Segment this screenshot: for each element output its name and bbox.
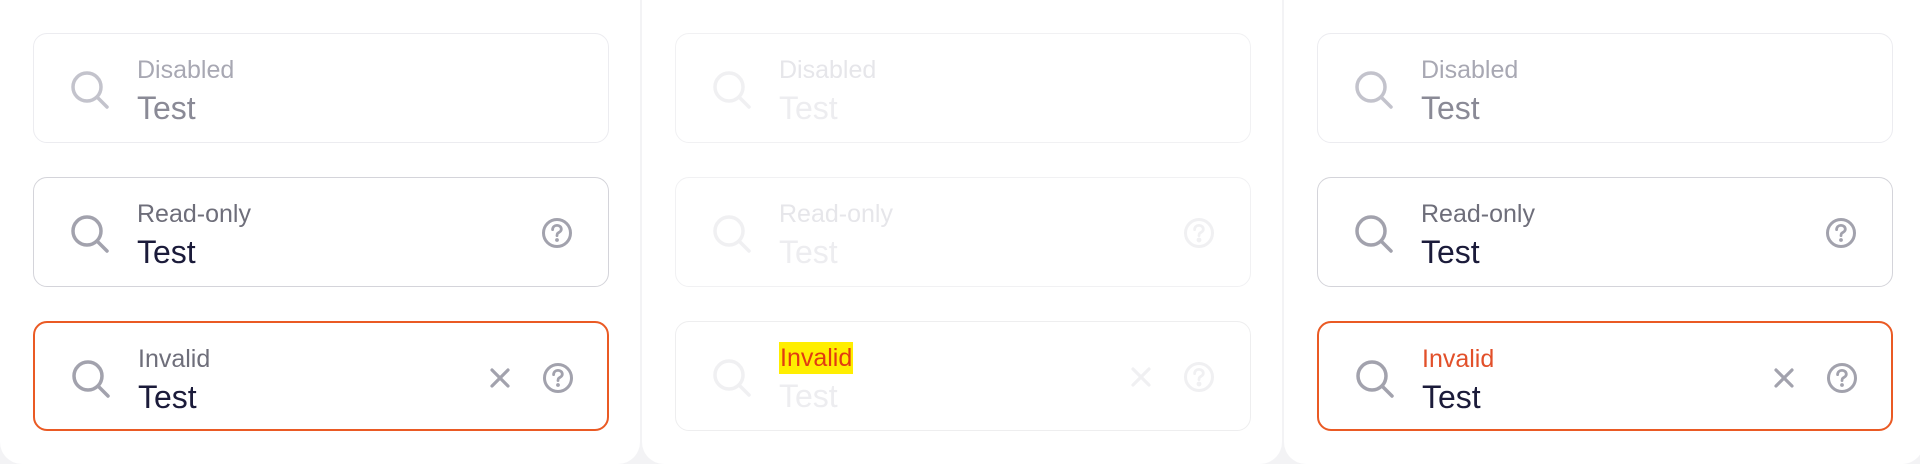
search-icon [72,360,110,398]
panel-default: Disabled Test Read-only Test Invalid Tes… [0,0,640,464]
search-field-readonly[interactable]: Read-only Test [1317,177,1893,287]
search-icon [1355,71,1393,109]
search-icon [71,71,109,109]
field-label: Invalid [138,345,211,373]
help-icon [1184,362,1214,392]
help-icon[interactable] [1824,216,1858,250]
field-value: Test [779,90,838,126]
search-field-disabled: Disabled Test [675,33,1251,143]
help-icon[interactable] [540,216,574,250]
field-value[interactable]: Test [1421,232,1480,272]
search-field-disabled: Disabled Test [33,33,609,143]
panel-error-label: Disabled Test Read-only Test Invalid Tes… [1284,0,1920,464]
field-label: Read-only [137,200,251,228]
search-icon [713,71,751,109]
search-field-readonly[interactable]: Read-only Test [33,177,609,287]
field-value: Test [1421,90,1480,126]
search-field-invalid[interactable]: Invalid Test [33,321,609,431]
clear-icon[interactable] [485,363,515,393]
help-icon[interactable] [541,361,575,395]
help-icon [1184,218,1214,248]
field-value[interactable]: Test [1422,377,1481,417]
field-value: Test [779,234,838,270]
search-icon [71,215,109,253]
clear-icon[interactable] [1769,363,1799,393]
field-value[interactable]: Test [137,232,196,272]
field-value: Test [137,90,196,126]
field-value: Test [779,378,838,414]
search-icon [1355,215,1393,253]
search-icon [713,215,751,253]
search-field-disabled: Disabled Test [1317,33,1893,143]
panel-faded: Disabled Test Read-only Test Invalid Tes… [642,0,1282,464]
search-field-invalid: Invalid Test [675,321,1251,431]
search-icon [713,359,751,397]
search-icon [1356,360,1394,398]
search-field-states-canvas: Disabled Test Read-only Test Invalid Tes… [0,0,1920,464]
field-label: Invalid [1422,345,1495,373]
field-label: Invalid [779,342,854,374]
field-value[interactable]: Test [138,377,197,417]
clear-icon [1131,367,1151,387]
search-field-invalid[interactable]: Invalid Test [1317,321,1893,431]
field-label: Disabled [137,56,235,84]
search-field-readonly: Read-only Test [675,177,1251,287]
field-label: Read-only [1421,200,1535,228]
field-label: Disabled [779,56,877,84]
help-icon[interactable] [1825,361,1859,395]
field-label: Disabled [1421,56,1519,84]
field-label: Read-only [779,200,893,228]
